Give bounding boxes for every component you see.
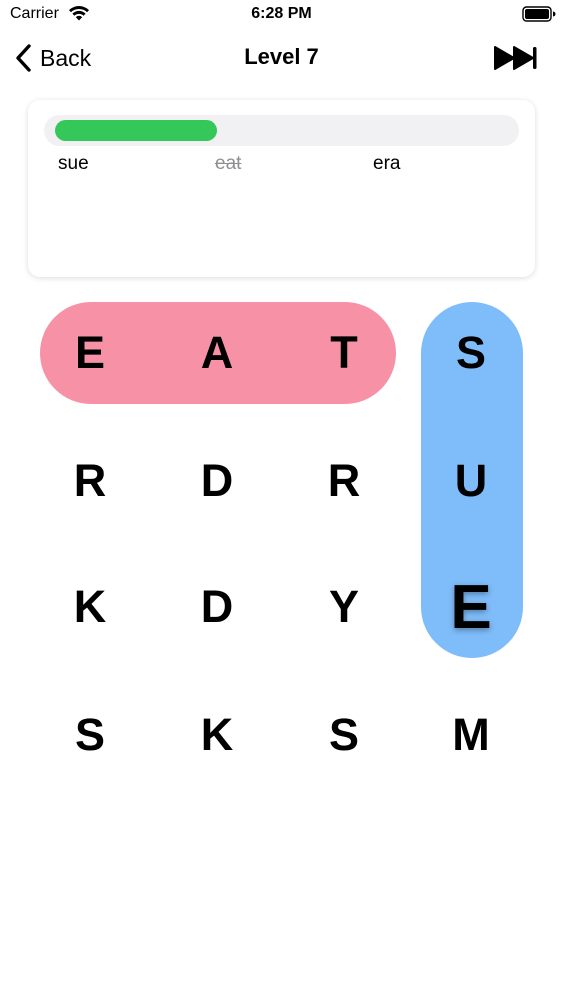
grid-cell-r3-c0[interactable]: S [40, 685, 140, 785]
grid-cell-r2-c2[interactable]: Y [294, 557, 394, 657]
grid-cell-r0-c3[interactable]: S [421, 303, 521, 403]
grid-cell-r2-c3[interactable]: E [421, 557, 521, 657]
grid-cell-r1-c2[interactable]: R [294, 431, 394, 531]
grid-cell-r3-c1[interactable]: K [167, 685, 267, 785]
grid-cell-r0-c2[interactable]: T [294, 303, 394, 403]
grid-cell-r0-c1[interactable]: A [167, 303, 267, 403]
grid-cell-r0-c0[interactable]: E [40, 303, 140, 403]
grid-cell-r2-c0[interactable]: K [40, 557, 140, 657]
grid-cell-r1-c0[interactable]: R [40, 431, 140, 531]
letter-grid: EATSRDRUKDYESKSM [0, 0, 563, 1000]
grid-cell-r2-c1[interactable]: D [167, 557, 267, 657]
grid-cell-r3-c2[interactable]: S [294, 685, 394, 785]
grid-cell-r1-c1[interactable]: D [167, 431, 267, 531]
grid-cell-r3-c3[interactable]: M [421, 685, 521, 785]
grid-cell-r1-c3[interactable]: U [421, 431, 521, 531]
